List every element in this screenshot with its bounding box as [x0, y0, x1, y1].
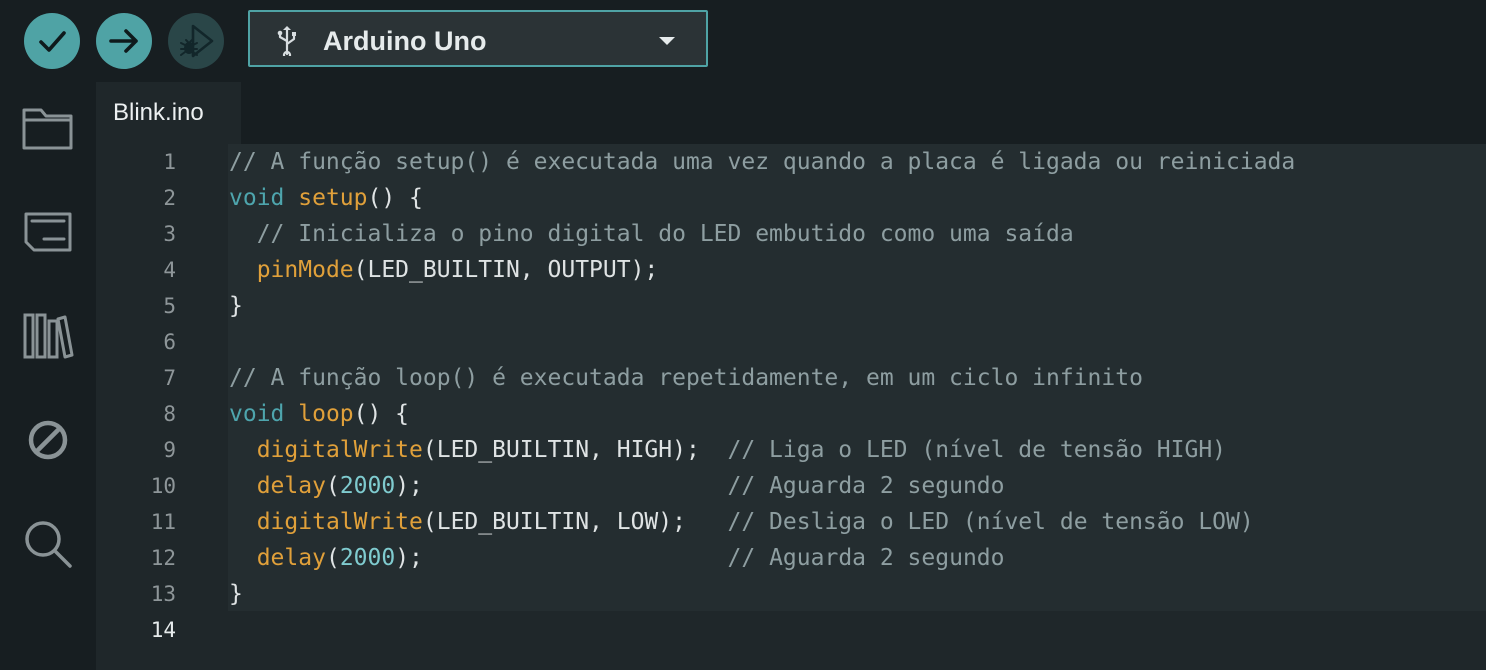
code-token: (LED_BUILTIN, OUTPUT); [353, 257, 659, 283]
usb-icon [277, 26, 296, 56]
code-line: // A função setup() é executada uma vez … [229, 144, 1295, 180]
code-token: // Desliga o LED (nível de tensão LOW) [727, 509, 1254, 535]
sidebar-item-library-manager[interactable] [22, 310, 74, 362]
line-number: 4 [163, 258, 176, 282]
code-line: delay(2000); // Aguarda 2 segundo [229, 468, 1295, 504]
line-number: 12 [150, 546, 176, 570]
line-number: 10 [150, 474, 176, 498]
code-token: pinMode [256, 257, 354, 283]
verify-button[interactable] [24, 13, 80, 69]
code-token: // A função loop() é executada repetidam… [229, 365, 1143, 391]
line-number: 11 [150, 510, 176, 534]
tab-label: Blink.ino [113, 99, 204, 126]
code-line: void setup() { [229, 180, 1295, 216]
line-number: 9 [163, 438, 176, 462]
code-token: ( [325, 473, 340, 499]
code-line: } [229, 288, 1295, 324]
code-line: // Inicializa o pino digital do LED embu… [229, 216, 1295, 252]
line-number: 14 [150, 618, 176, 642]
code-line: digitalWrite(LED_BUILTIN, LOW); // Desli… [229, 504, 1295, 540]
no-entry-icon [28, 420, 68, 460]
line-number: 7 [163, 366, 176, 390]
tab-bar: Blink.ino [96, 82, 1486, 144]
code-token: (LED_BUILTIN, HIGH); [422, 437, 728, 463]
code-line: delay(2000); // Aguarda 2 segundo [229, 540, 1295, 576]
line-number: 5 [163, 294, 176, 318]
sidebar [0, 82, 96, 670]
code-token: loop [298, 401, 354, 427]
code-token: setup [298, 185, 368, 211]
code-token: () { [353, 401, 410, 427]
code-token: // Inicializa o pino digital do LED embu… [256, 221, 1074, 247]
board-selector[interactable]: Arduino Uno [248, 10, 708, 67]
code-token: digitalWrite [256, 509, 423, 535]
sidebar-item-search[interactable] [22, 518, 74, 570]
line-number: 1 [163, 150, 176, 174]
code-token: } [229, 293, 243, 319]
code-token: (LED_BUILTIN, LOW); [422, 509, 728, 535]
code-line: } [229, 576, 1295, 612]
debug-button[interactable] [168, 13, 224, 69]
line-number: 3 [163, 222, 176, 246]
sidebar-item-sketchbook[interactable] [22, 102, 74, 154]
line-numbers: 1 2 3 4 5 6 7 8 9 10 11 12 13 14 [96, 144, 176, 648]
code-token: 2000 [339, 473, 396, 499]
line-number: 8 [163, 402, 176, 426]
code-token: void [229, 185, 285, 211]
code-token: digitalWrite [256, 437, 423, 463]
arrow-right-icon [109, 29, 138, 53]
sidebar-item-debug[interactable] [22, 414, 74, 466]
tab-blink-ino[interactable]: Blink.ino [96, 82, 241, 144]
board-label: Arduino Uno [323, 26, 487, 56]
code-token: ); [395, 473, 728, 499]
board-icon [24, 212, 72, 252]
code-line: pinMode(LED_BUILTIN, OUTPUT); [229, 252, 1295, 288]
upload-button[interactable] [96, 13, 152, 69]
code-token: delay [256, 473, 326, 499]
code-token: // A função setup() é executada uma vez … [229, 149, 1296, 175]
line-number: 13 [150, 582, 176, 606]
code-token: ( [325, 545, 340, 571]
code-token: delay [256, 545, 326, 571]
code-token: // Liga o LED (nível de tensão HIGH) [727, 437, 1227, 463]
code-line: void loop() { [229, 396, 1295, 432]
editor: Blink.ino 1 2 3 4 5 6 7 8 9 10 11 12 13 14 // A funçã… [96, 82, 1486, 670]
debug-icon [180, 24, 214, 58]
code-token: void [229, 401, 285, 427]
code-token: 2000 [339, 545, 396, 571]
check-icon [39, 31, 66, 52]
line-number: 2 [163, 186, 176, 210]
code-line: // A função loop() é executada repetidam… [229, 360, 1295, 396]
folder-icon [22, 108, 73, 150]
code-line: digitalWrite(LED_BUILTIN, HIGH); // Liga… [229, 432, 1295, 468]
search-icon [25, 521, 72, 568]
code-token: () { [367, 185, 423, 211]
code-token: // Aguarda 2 segundo [727, 473, 1005, 499]
library-icon [23, 313, 74, 359]
code-editor[interactable]: // A função setup() é executada uma vez … [229, 144, 1295, 648]
caret-down-icon [659, 37, 675, 45]
toolbar: Arduino Uno [0, 0, 1486, 82]
sidebar-item-boards-manager[interactable] [22, 206, 74, 258]
code-token: } [229, 581, 243, 607]
code-token: // Aguarda 2 segundo [727, 545, 1005, 571]
code-token: ); [395, 545, 728, 571]
line-number: 6 [163, 330, 176, 354]
